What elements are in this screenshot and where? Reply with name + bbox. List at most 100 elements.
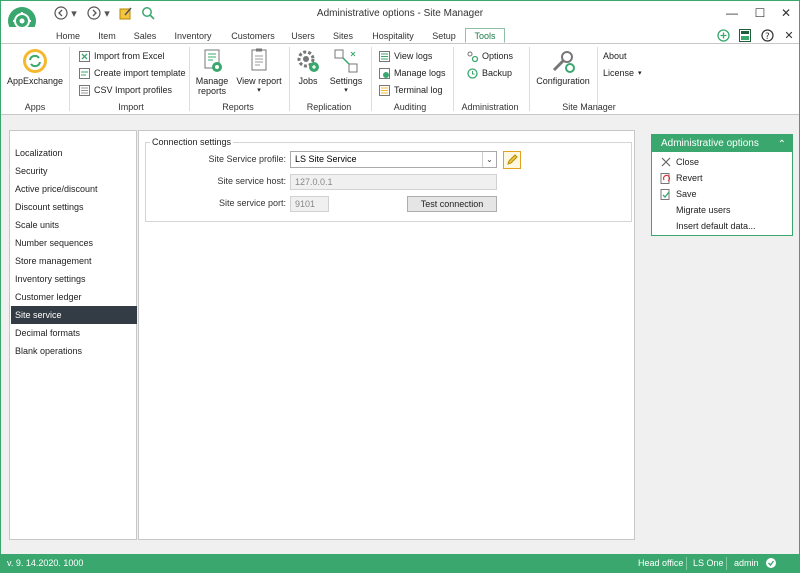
import-from-excel-label: Import from Excel xyxy=(94,51,165,61)
insert-default-data-action[interactable]: Insert default data... xyxy=(676,219,756,233)
settings-label: Settings xyxy=(329,76,363,86)
tab-home[interactable]: Home xyxy=(53,28,83,43)
ribbon: AppExchange Apps Import from Excel Creat… xyxy=(1,43,799,115)
chevron-down-icon[interactable]: ⌄ xyxy=(482,152,496,167)
connection-settings-legend: Connection settings xyxy=(150,137,234,147)
ribbon-separator xyxy=(371,47,372,111)
status-bar: v. 9. 14.2020. 1000 Head office LS One a… xyxy=(1,554,799,573)
status-separator xyxy=(726,557,727,570)
about-button[interactable]: About xyxy=(603,49,627,63)
view-logs-button[interactable]: View logs xyxy=(379,49,432,63)
tab-users[interactable]: Users xyxy=(289,28,317,43)
migrate-users-action[interactable]: Migrate users xyxy=(676,203,731,217)
site-service-profile-value: LS Site Service xyxy=(295,154,357,164)
revert-action[interactable]: Revert xyxy=(660,171,703,185)
terminal-log-icon xyxy=(379,84,390,96)
nav-item-active-price-discount[interactable]: Active price/discount xyxy=(11,180,137,198)
tab-tools[interactable]: Tools xyxy=(465,28,505,43)
view-logs-icon xyxy=(379,50,390,62)
excel-icon xyxy=(79,50,90,62)
save-action[interactable]: Save xyxy=(660,187,697,201)
site-service-port-label: Site service port: xyxy=(218,198,286,208)
group-import-label: Import xyxy=(118,102,144,112)
migrate-users-label: Migrate users xyxy=(676,205,731,215)
license-button[interactable]: License ▾ xyxy=(603,66,642,80)
csv-import-profiles-button[interactable]: CSV Import profiles xyxy=(79,83,172,97)
options-label: Options xyxy=(482,51,514,61)
office-text: Head office xyxy=(638,558,684,568)
actions-panel-title: Administrative options xyxy=(661,138,759,149)
terminal-log-button[interactable]: Terminal log xyxy=(379,83,443,97)
nav-item-security[interactable]: Security xyxy=(11,162,137,180)
site-service-profile-label: Site Service profile: xyxy=(208,154,286,164)
minimize-button[interactable]: — xyxy=(719,4,745,22)
nav-item-discount-settings[interactable]: Discount settings xyxy=(11,198,137,216)
product-text: LS One xyxy=(693,558,724,568)
view-report-button[interactable]: View report ▾ xyxy=(235,48,283,96)
ribbon-separator xyxy=(189,47,190,111)
test-connection-button[interactable]: Test connection xyxy=(407,196,497,212)
backup-button[interactable]: Backup xyxy=(467,66,512,80)
nav-item-localization[interactable]: Localization xyxy=(11,144,137,162)
site-service-profile-combo[interactable]: LS Site Service ⌄ xyxy=(290,151,497,168)
tab-sales[interactable]: Sales xyxy=(131,28,159,43)
close-button[interactable]: ✕ xyxy=(773,4,799,22)
settings-nav: Localization Security Active price/disco… xyxy=(9,130,137,540)
manage-reports-icon xyxy=(199,48,225,74)
save-action-label: Save xyxy=(676,189,697,199)
user-status-icon[interactable] xyxy=(765,557,777,571)
group-auditing-label: Auditing xyxy=(393,102,427,112)
configuration-wrench-icon xyxy=(550,48,576,74)
tab-hospitality[interactable]: Hospitality xyxy=(368,28,418,43)
ribbon-close-icon[interactable]: ✕ xyxy=(781,27,797,43)
nav-item-number-sequences[interactable]: Number sequences xyxy=(11,234,137,252)
manage-reports-button[interactable]: Manage reports xyxy=(193,48,231,96)
ribbon-separator xyxy=(289,47,290,111)
group-apps-label: Apps xyxy=(24,102,46,112)
nav-item-store-management[interactable]: Store management xyxy=(11,252,137,270)
nav-item-inventory-settings[interactable]: Inventory settings xyxy=(11,270,137,288)
settings-button[interactable]: Settings ▾ xyxy=(327,48,365,96)
add-icon[interactable] xyxy=(715,27,731,43)
appexchange-button[interactable]: AppExchange xyxy=(7,48,63,86)
tab-item[interactable]: Item xyxy=(94,28,120,43)
manage-logs-icon xyxy=(379,67,390,79)
options-button[interactable]: Options xyxy=(467,49,513,63)
collapse-icon[interactable]: ⌃ xyxy=(778,136,786,153)
manage-logs-label: Manage logs xyxy=(394,68,446,78)
nav-item-site-service[interactable]: Site service xyxy=(11,306,137,324)
manage-logs-button[interactable]: Manage logs xyxy=(379,66,446,80)
close-action[interactable]: Close xyxy=(660,155,699,169)
create-import-template-button[interactable]: Create import template xyxy=(79,66,186,80)
version-text: v. 9. 14.2020. 1000 xyxy=(7,558,84,568)
maximize-button[interactable]: ☐ xyxy=(747,4,773,22)
administrative-options-panel: Administrative options ⌃ Close Revert Sa… xyxy=(651,134,793,236)
nav-item-decimal-formats[interactable]: Decimal formats xyxy=(11,324,137,342)
nav-item-scale-units[interactable]: Scale units xyxy=(11,216,137,234)
panel-icon[interactable] xyxy=(737,27,753,43)
site-service-host-input[interactable]: 127.0.0.1 xyxy=(290,174,497,190)
backup-icon xyxy=(467,67,478,79)
settings-dropdown-icon: ▾ xyxy=(344,87,348,94)
site-service-panel: Connection settings Site Service profile… xyxy=(138,130,635,540)
csv-import-profiles-label: CSV Import profiles xyxy=(94,85,173,95)
tab-setup[interactable]: Setup xyxy=(429,28,459,43)
tab-sites[interactable]: Sites xyxy=(329,28,357,43)
view-report-icon xyxy=(246,48,272,74)
site-service-port-input[interactable]: 9101 xyxy=(290,196,329,212)
backup-label: Backup xyxy=(482,68,513,78)
tab-customers[interactable]: Customers xyxy=(229,28,277,43)
tab-inventory[interactable]: Inventory xyxy=(171,28,215,43)
configuration-button[interactable]: Configuration xyxy=(533,48,593,86)
edit-profile-button[interactable] xyxy=(503,151,521,169)
group-administration-label: Administration xyxy=(461,102,519,112)
window-title: Administrative options - Site Manager xyxy=(316,8,484,19)
license-dropdown-icon: ▾ xyxy=(638,70,642,77)
create-import-template-label: Create import template xyxy=(94,68,186,78)
nav-item-customer-ledger[interactable]: Customer ledger xyxy=(11,288,137,306)
settings-icon xyxy=(333,48,359,74)
import-from-excel-button[interactable]: Import from Excel xyxy=(79,49,165,63)
help-icon[interactable]: ? xyxy=(759,27,775,43)
nav-item-blank-operations[interactable]: Blank operations xyxy=(11,342,137,360)
jobs-button[interactable]: Jobs xyxy=(293,48,323,86)
